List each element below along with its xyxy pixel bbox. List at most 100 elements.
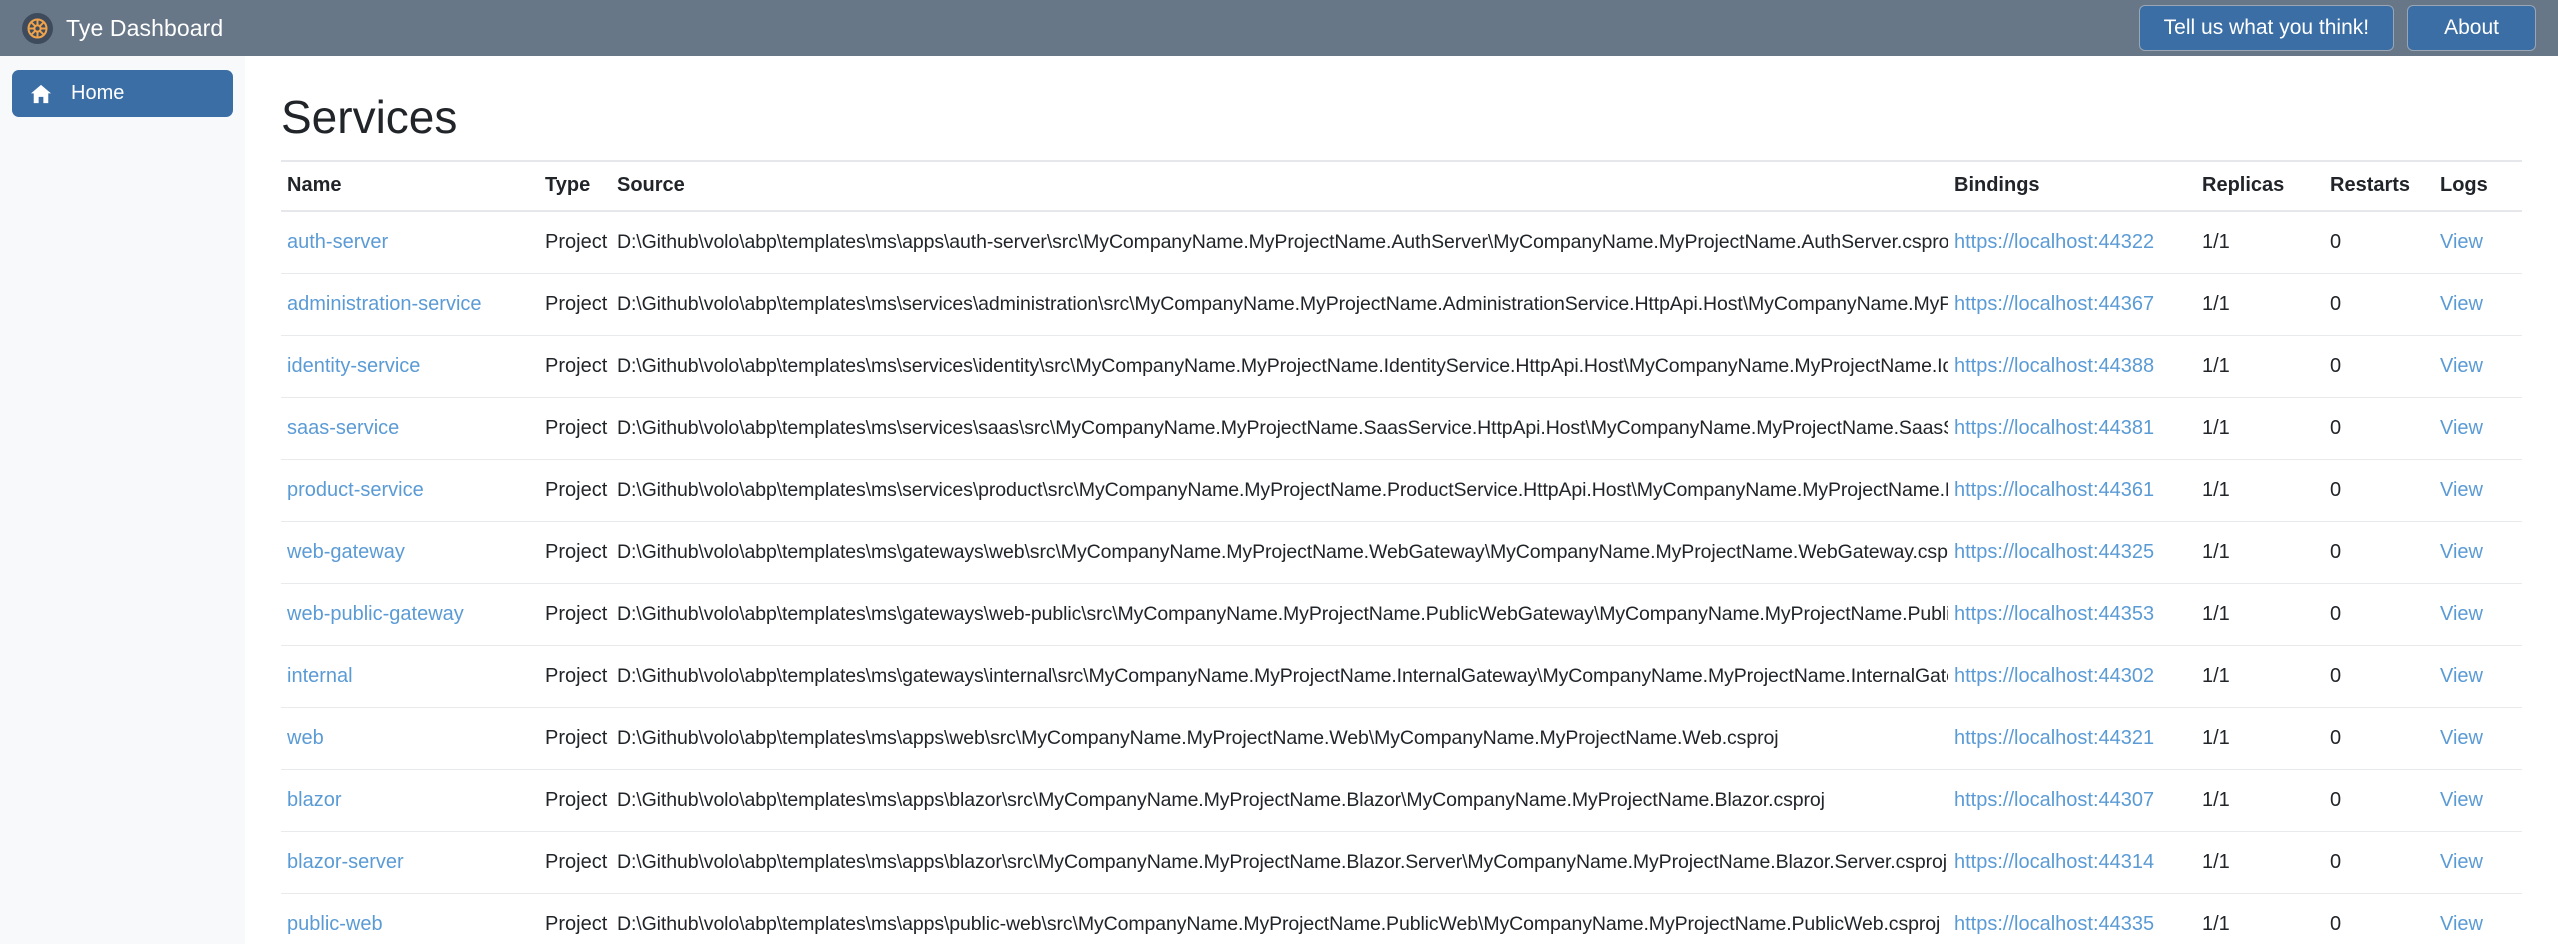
restarts-text: 0 — [2330, 479, 2342, 501]
source-text: D:\Github\volo\abp\templates\ms\apps\pub… — [617, 913, 1941, 935]
service-type-cell: Project — [539, 521, 611, 584]
logs-link[interactable]: View — [2440, 293, 2483, 315]
brand[interactable]: Tye Dashboard — [22, 12, 223, 44]
table-row: web Project D:\Github\volo\abp\templates\m… — [281, 707, 2522, 770]
services-table: Name Type Source Bindings Replicas Resta… — [281, 160, 2522, 944]
binding-link[interactable]: https://localhost:44322 — [1954, 231, 2154, 253]
restarts-text: 0 — [2330, 541, 2342, 563]
replicas-text: 1/1 — [2202, 355, 2230, 377]
replicas-text: 1/1 — [2202, 727, 2230, 749]
restarts-cell: 0 — [2324, 831, 2434, 894]
restarts-text: 0 — [2330, 727, 2342, 749]
service-name-link[interactable]: product-service — [287, 479, 424, 501]
navbar-actions: Tell us what you think! About — [2138, 4, 2536, 52]
restarts-text: 0 — [2330, 603, 2342, 625]
column-header-name: Name — [281, 160, 539, 212]
table-row: public-web Project D:\Github\volo\abp\temp… — [281, 893, 2522, 944]
sidebar-item-home[interactable]: Home — [12, 70, 233, 117]
service-name-link[interactable]: internal — [287, 665, 353, 687]
binding-cell: https://localhost:44367 — [1948, 273, 2196, 336]
logs-link[interactable]: View — [2440, 355, 2483, 377]
source-cell: D:\Github\volo\abp\templates\ms\apps\bla… — [611, 769, 1948, 832]
source-cell: D:\Github\volo\abp\templates\ms\apps\bla… — [611, 831, 1948, 894]
service-name-cell: web — [281, 707, 539, 770]
feedback-button[interactable]: Tell us what you think! — [2138, 4, 2395, 52]
logs-link[interactable]: View — [2440, 851, 2483, 873]
logs-link[interactable]: View — [2440, 479, 2483, 501]
binding-link[interactable]: https://localhost:44367 — [1954, 293, 2154, 315]
replicas-cell: 1/1 — [2196, 893, 2324, 944]
service-name-cell: auth-server — [281, 211, 539, 274]
binding-link[interactable]: https://localhost:44325 — [1954, 541, 2154, 563]
source-cell: D:\Github\volo\abp\templates\ms\gateways… — [611, 583, 1948, 646]
restarts-cell: 0 — [2324, 459, 2434, 522]
source-cell: D:\Github\volo\abp\templates\ms\apps\pub… — [611, 893, 1948, 944]
service-type-text: Project — [545, 603, 608, 625]
service-name-link[interactable]: blazor — [287, 789, 341, 811]
service-type-text: Project — [545, 355, 608, 377]
binding-cell: https://localhost:44321 — [1948, 707, 2196, 770]
restarts-cell: 0 — [2324, 211, 2434, 274]
logs-link[interactable]: View — [2440, 417, 2483, 439]
restarts-text: 0 — [2330, 417, 2342, 439]
service-name-link[interactable]: auth-server — [287, 231, 388, 253]
logs-cell: View — [2434, 831, 2522, 894]
service-type-cell: Project — [539, 893, 611, 944]
logs-link[interactable]: View — [2440, 231, 2483, 253]
helm-wheel-icon — [22, 12, 53, 44]
binding-link[interactable]: https://localhost:44321 — [1954, 727, 2154, 749]
service-name-link[interactable]: web-public-gateway — [287, 603, 464, 625]
replicas-text: 1/1 — [2202, 479, 2230, 501]
service-name-link[interactable]: public-web — [287, 913, 383, 935]
binding-link[interactable]: https://localhost:44388 — [1954, 355, 2154, 377]
logs-cell: View — [2434, 645, 2522, 708]
table-header-row: Name Type Source Bindings Replicas Resta… — [281, 160, 2522, 212]
source-cell: D:\Github\volo\abp\templates\ms\gateways… — [611, 645, 1948, 708]
service-name-link[interactable]: identity-service — [287, 355, 420, 377]
column-header-type: Type — [539, 160, 611, 212]
service-name-link[interactable]: web-gateway — [287, 541, 405, 563]
binding-cell: https://localhost:44314 — [1948, 831, 2196, 894]
logs-link[interactable]: View — [2440, 665, 2483, 687]
source-text: D:\Github\volo\abp\templates\ms\apps\bla… — [617, 789, 1825, 811]
service-name-cell: product-service — [281, 459, 539, 522]
about-button[interactable]: About — [2407, 4, 2536, 52]
service-type-text: Project — [545, 541, 608, 563]
binding-cell: https://localhost:44307 — [1948, 769, 2196, 832]
top-navbar: Tye Dashboard Tell us what you think! Ab… — [0, 0, 2558, 56]
binding-link[interactable]: https://localhost:44302 — [1954, 665, 2154, 687]
service-type-cell: Project — [539, 831, 611, 894]
service-name-link[interactable]: blazor-server — [287, 851, 404, 873]
service-name-cell: administration-service — [281, 273, 539, 336]
binding-link[interactable]: https://localhost:44353 — [1954, 603, 2154, 625]
service-name-cell: web-gateway — [281, 521, 539, 584]
binding-link[interactable]: https://localhost:44361 — [1954, 479, 2154, 501]
services-table-head: Name Type Source Bindings Replicas Resta… — [281, 160, 2522, 212]
column-header-restarts: Restarts — [2324, 160, 2434, 212]
service-name-link[interactable]: saas-service — [287, 417, 399, 439]
service-name-link[interactable]: web — [287, 727, 324, 749]
replicas-cell: 1/1 — [2196, 397, 2324, 460]
binding-link[interactable]: https://localhost:44307 — [1954, 789, 2154, 811]
binding-link[interactable]: https://localhost:44381 — [1954, 417, 2154, 439]
replicas-text: 1/1 — [2202, 603, 2230, 625]
service-name-cell: web-public-gateway — [281, 583, 539, 646]
table-row: web-public-gateway Project D:\Github\volo\… — [281, 583, 2522, 646]
binding-link[interactable]: https://localhost:44335 — [1954, 913, 2154, 935]
binding-cell: https://localhost:44361 — [1948, 459, 2196, 522]
binding-link[interactable]: https://localhost:44314 — [1954, 851, 2154, 873]
logs-link[interactable]: View — [2440, 603, 2483, 625]
column-header-source: Source — [611, 160, 1948, 212]
logs-link[interactable]: View — [2440, 913, 2483, 935]
logs-link[interactable]: View — [2440, 789, 2483, 811]
binding-cell: https://localhost:44388 — [1948, 335, 2196, 398]
replicas-text: 1/1 — [2202, 851, 2230, 873]
logs-link[interactable]: View — [2440, 727, 2483, 749]
service-name-link[interactable]: administration-service — [287, 293, 482, 315]
replicas-cell: 1/1 — [2196, 831, 2324, 894]
replicas-cell: 1/1 — [2196, 273, 2324, 336]
logs-cell: View — [2434, 273, 2522, 336]
replicas-text: 1/1 — [2202, 231, 2230, 253]
logs-link[interactable]: View — [2440, 541, 2483, 563]
binding-cell: https://localhost:44322 — [1948, 211, 2196, 274]
